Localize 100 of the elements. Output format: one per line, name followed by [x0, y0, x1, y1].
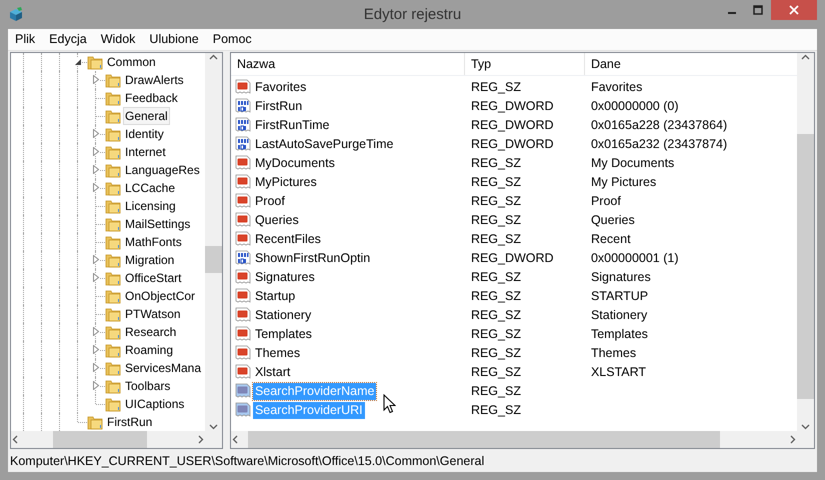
- value-name[interactable]: FirstRun: [252, 98, 304, 115]
- app-icon: [8, 6, 24, 22]
- tree-item[interactable]: General: [123, 106, 170, 125]
- scroll-left-icon[interactable]: [11, 434, 20, 444]
- value-name[interactable]: Proof: [252, 192, 287, 210]
- scrollbar-thumb[interactable]: [204, 246, 222, 273]
- folder-icon: [105, 216, 121, 232]
- tree-item[interactable]: Common: [105, 52, 158, 71]
- scroll-left-icon[interactable]: [230, 434, 240, 444]
- scroll-right-icon[interactable]: [788, 434, 797, 444]
- vertical-scrollbar[interactable]: [797, 52, 814, 431]
- expand-arrow-icon[interactable]: [92, 273, 100, 282]
- string-value-icon: [234, 79, 251, 96]
- value-name[interactable]: Queries: [252, 212, 301, 229]
- status-path: Komputer\HKEY_CURRENT_USER\Software\Microsoft\Office\15.0\Common\General: [10, 454, 484, 468]
- scrollbar-thumb[interactable]: [53, 430, 147, 448]
- menu-item[interactable]: Widok: [94, 32, 142, 46]
- tree-item[interactable]: Roaming: [123, 340, 176, 359]
- menu-item[interactable]: Ulubione: [142, 32, 206, 46]
- expand-arrow-icon[interactable]: [92, 345, 100, 354]
- expand-arrow-icon[interactable]: [92, 129, 100, 138]
- value-name[interactable]: RecentFiles: [252, 230, 323, 248]
- column-header[interactable]: Typ: [464, 52, 585, 75]
- value-data: Signatures: [590, 270, 652, 284]
- string-value-icon: [234, 231, 251, 248]
- tree-item[interactable]: LCCache: [123, 178, 178, 197]
- string-value-icon: [234, 193, 251, 210]
- expand-arrow-icon[interactable]: [92, 255, 100, 264]
- string-value-icon: [234, 364, 251, 380]
- menu-item[interactable]: Pomoc: [206, 32, 259, 46]
- value-name[interactable]: Themes: [252, 344, 302, 362]
- horizontal-scrollbar[interactable]: [230, 430, 814, 448]
- folder-icon: [105, 396, 121, 412]
- tree-item[interactable]: PTWatson: [123, 304, 183, 323]
- folder-icon: [105, 342, 121, 358]
- value-type: REG_DWORD: [470, 251, 555, 266]
- value-type: REG_SZ: [470, 213, 522, 228]
- tree-item[interactable]: MathFonts: [123, 232, 184, 251]
- scrollbar-thumb[interactable]: [797, 134, 814, 399]
- expand-arrow-icon[interactable]: [92, 363, 100, 372]
- tree-item[interactable]: Internet: [123, 142, 168, 161]
- expand-arrow-icon[interactable]: [92, 327, 100, 336]
- expand-arrow-icon[interactable]: [92, 165, 100, 174]
- value-name[interactable]: FirstRunTime: [252, 116, 332, 134]
- scroll-down-icon[interactable]: [801, 422, 810, 431]
- tree-item[interactable]: FirstRun: [105, 412, 154, 431]
- value-data: 0x00000001 (1): [590, 251, 680, 266]
- tree-item[interactable]: LanguageRes: [123, 160, 202, 179]
- tree-item[interactable]: Licensing: [123, 196, 178, 215]
- binary-value-icon: [234, 98, 251, 114]
- horizontal-scrollbar[interactable]: [11, 430, 222, 448]
- string-value-icon: [234, 402, 251, 418]
- tree-item[interactable]: Identity: [123, 124, 166, 143]
- vertical-scrollbar[interactable]: [204, 52, 222, 431]
- tree-item[interactable]: Migration: [123, 250, 176, 269]
- tree-item[interactable]: DrawAlerts: [123, 70, 186, 89]
- tree-item[interactable]: Research: [123, 322, 178, 341]
- tree-item[interactable]: MailSettings: [123, 214, 192, 233]
- value-name[interactable]: MyDocuments: [252, 154, 337, 172]
- tree-item[interactable]: UICaptions: [123, 394, 186, 413]
- value-type: REG_DWORD: [470, 137, 555, 152]
- menu-item[interactable]: Plik: [8, 32, 42, 46]
- expand-arrow-icon[interactable]: [92, 381, 100, 390]
- expand-arrow-icon[interactable]: [92, 147, 100, 156]
- value-name[interactable]: ShownFirstRunOptin: [252, 250, 372, 267]
- tree-item[interactable]: OnObjectCor: [123, 286, 198, 305]
- menu-item[interactable]: Edycja: [42, 32, 94, 46]
- value-name[interactable]: Templates: [252, 326, 314, 343]
- value-type: REG_SZ: [470, 270, 522, 284]
- value-type: REG_SZ: [470, 156, 522, 170]
- scroll-up-icon[interactable]: [208, 52, 218, 62]
- tree-item[interactable]: ServicesMana: [123, 358, 204, 377]
- tree-item[interactable]: OfficeStart: [123, 268, 184, 287]
- folder-icon: [105, 108, 121, 124]
- value-type: REG_DWORD: [470, 99, 555, 114]
- value-data: Stationery: [590, 308, 648, 322]
- value-name[interactable]: MyPictures: [252, 174, 319, 191]
- value-name[interactable]: Stationery: [252, 306, 314, 324]
- value-name[interactable]: Startup: [252, 288, 298, 305]
- scroll-right-icon[interactable]: [196, 434, 205, 444]
- close-button[interactable]: [771, 0, 817, 20]
- folder-icon: [105, 378, 121, 394]
- expand-arrow-icon[interactable]: [92, 75, 100, 84]
- folder-icon: [87, 54, 103, 70]
- expand-arrow-icon[interactable]: [92, 183, 100, 192]
- value-name[interactable]: LastAutoSavePurgeTime: [252, 136, 396, 153]
- tree-item[interactable]: Toolbars: [123, 376, 172, 395]
- close-icon: [789, 5, 799, 15]
- folder-icon: [105, 252, 121, 268]
- value-data: Templates: [590, 327, 649, 342]
- value-data: My Pictures: [590, 175, 658, 190]
- value-name[interactable]: Xlstart: [252, 364, 292, 381]
- value-name[interactable]: Signatures: [252, 268, 317, 286]
- value-data: Recent: [590, 232, 632, 246]
- value-name[interactable]: Favorites: [252, 78, 308, 96]
- scrollbar-thumb[interactable]: [248, 430, 720, 448]
- tree-item[interactable]: Feedback: [123, 88, 180, 107]
- column-header[interactable]: Nazwa: [230, 52, 465, 75]
- scroll-up-icon[interactable]: [801, 52, 810, 62]
- scroll-down-icon[interactable]: [208, 422, 218, 431]
